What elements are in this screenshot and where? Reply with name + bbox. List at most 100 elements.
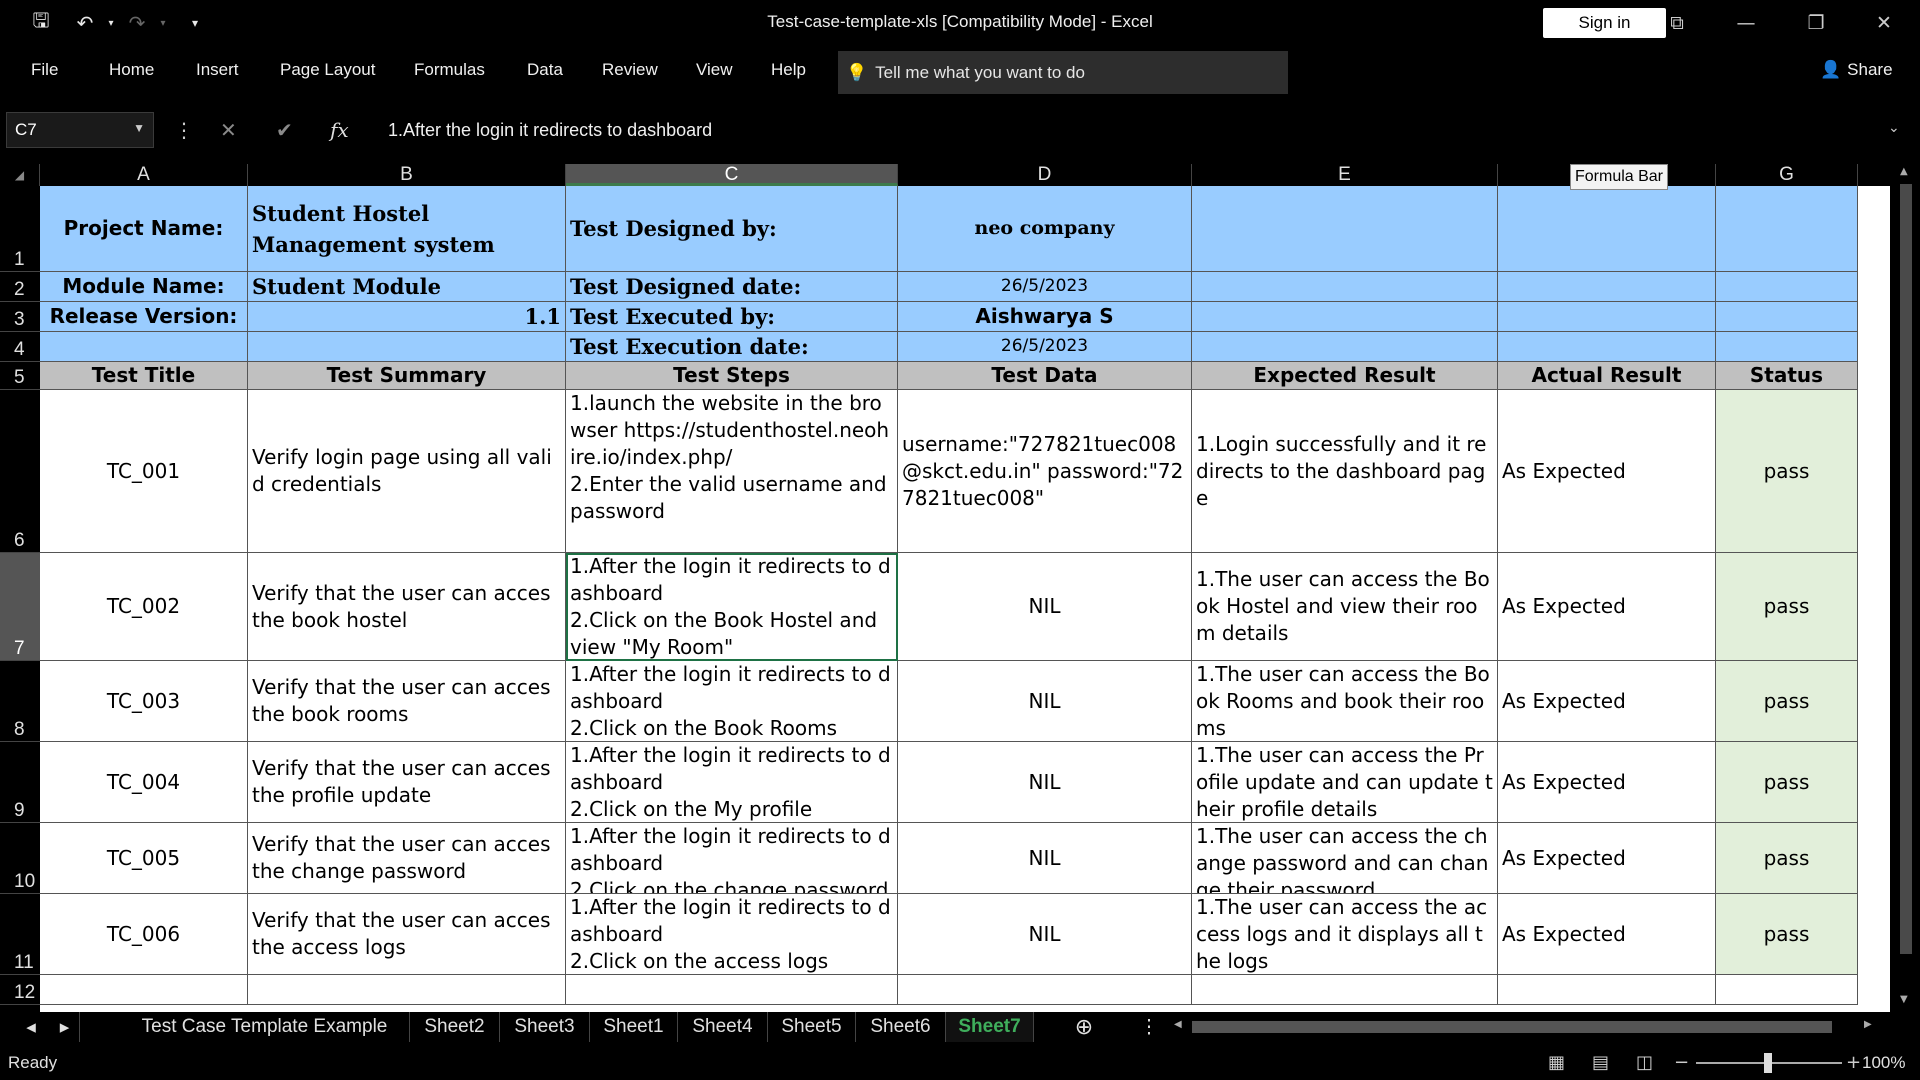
ribbon-display-options-icon[interactable]: ⧉: [1657, 6, 1697, 40]
header-test-steps[interactable]: Test Steps: [566, 362, 898, 390]
cell-g1[interactable]: [1716, 186, 1858, 272]
horizontal-scroll-thumb[interactable]: [1192, 1021, 1832, 1033]
vertical-scrollbar[interactable]: ▲ ▼: [1892, 164, 1920, 1012]
row-header-11[interactable]: 11: [0, 894, 40, 975]
header-test-data[interactable]: Test Data: [898, 362, 1192, 390]
tc-002-title[interactable]: TC_002: [40, 553, 248, 661]
scroll-left-icon[interactable]: ◀: [1174, 1019, 1182, 1030]
column-header-b[interactable]: B: [248, 164, 566, 186]
tab-insert[interactable]: Insert: [196, 60, 239, 80]
tc-002-data[interactable]: NIL: [898, 553, 1192, 661]
row-header-12[interactable]: 12: [0, 975, 40, 1005]
cell-e12[interactable]: [1192, 975, 1498, 1005]
select-all-corner[interactable]: ◢: [0, 164, 40, 186]
tab-page-layout[interactable]: Page Layout: [280, 60, 375, 80]
tab-help[interactable]: Help: [771, 60, 806, 80]
add-sheet-icon[interactable]: ⊕: [1064, 1012, 1104, 1042]
confirm-entry-icon[interactable]: ✔: [276, 118, 293, 142]
cell-d12[interactable]: [898, 975, 1192, 1005]
row-header-6[interactable]: 6: [0, 390, 40, 553]
sign-in-button[interactable]: Sign in: [1543, 8, 1666, 38]
zoom-level[interactable]: 100%: [1862, 1053, 1905, 1073]
sheet-tab-sheet7[interactable]: Sheet7: [946, 1012, 1034, 1042]
tc-005-data[interactable]: NIL: [898, 823, 1192, 894]
horizontal-scrollbar[interactable]: ◀ ▶: [1170, 1016, 1880, 1038]
scroll-right-icon[interactable]: ▶: [1864, 1019, 1872, 1030]
header-test-title[interactable]: Test Title: [40, 362, 248, 390]
row-header-1[interactable]: 1: [0, 186, 40, 272]
tc-002-actual[interactable]: As Expected: [1498, 553, 1716, 661]
test-designed-by-label[interactable]: Test Designed by:: [566, 186, 898, 272]
header-actual-result[interactable]: Actual Result: [1498, 362, 1716, 390]
more-tabs-icon[interactable]: ⋮: [1134, 1012, 1164, 1042]
tc-001-expected[interactable]: 1.Login successfully and it redirects to…: [1192, 390, 1498, 553]
sheet-tab-sheet3[interactable]: Sheet3: [500, 1012, 590, 1042]
tc-006-actual[interactable]: As Expected: [1498, 894, 1716, 975]
row-header-2[interactable]: 2: [0, 272, 40, 302]
tc-004-data[interactable]: NIL: [898, 742, 1192, 823]
column-header-g[interactable]: G: [1716, 164, 1858, 186]
tab-view[interactable]: View: [696, 60, 733, 80]
cancel-entry-icon[interactable]: ✕: [220, 118, 237, 142]
test-executed-by-value[interactable]: Aishwarya S: [898, 302, 1192, 332]
insert-function-icon[interactable]: fx: [330, 118, 349, 142]
row-header-4[interactable]: 4: [0, 332, 40, 362]
scroll-up-icon[interactable]: ▲: [1900, 166, 1908, 177]
zoom-slider-thumb[interactable]: [1764, 1053, 1772, 1073]
column-header-e[interactable]: E: [1192, 164, 1498, 186]
tc-003-status[interactable]: pass: [1716, 661, 1858, 742]
zoom-out-icon[interactable]: −: [1674, 1052, 1689, 1073]
tc-003-data[interactable]: NIL: [898, 661, 1192, 742]
tc-004-summary[interactable]: Verify that the user can acces the profi…: [248, 742, 566, 823]
tc-005-expected[interactable]: 1.The user can access the change passwor…: [1192, 823, 1498, 894]
tc-006-summary[interactable]: Verify that the user can acces the acces…: [248, 894, 566, 975]
tc-006-steps[interactable]: 1.After the login it redirects to dashbo…: [566, 894, 898, 975]
cell-g2[interactable]: [1716, 272, 1858, 302]
tc-004-actual[interactable]: As Expected: [1498, 742, 1716, 823]
cell-e1[interactable]: [1192, 186, 1498, 272]
cell-e2[interactable]: [1192, 272, 1498, 302]
cell-b4[interactable]: [248, 332, 566, 362]
tc-006-title[interactable]: TC_006: [40, 894, 248, 975]
cell-c12[interactable]: [566, 975, 898, 1005]
tc-003-title[interactable]: TC_003: [40, 661, 248, 742]
row-header-3[interactable]: 3: [0, 302, 40, 332]
formula-input[interactable]: 1.After the login it redirects to dashbo…: [374, 112, 1894, 148]
tc-004-title[interactable]: TC_004: [40, 742, 248, 823]
tc-001-actual[interactable]: As Expected: [1498, 390, 1716, 553]
tc-001-summary[interactable]: Verify login page using all valid creden…: [248, 390, 566, 553]
sheet-tab-sheet1[interactable]: Sheet1: [590, 1012, 678, 1042]
tc-003-summary[interactable]: Verify that the user can acces the book …: [248, 661, 566, 742]
tc-001-steps[interactable]: 1.launch the website in the browser http…: [566, 390, 898, 553]
tc-002-status[interactable]: pass: [1716, 553, 1858, 661]
restore-icon[interactable]: ❐: [1796, 6, 1836, 40]
close-icon[interactable]: ✕: [1864, 6, 1904, 40]
row-header-5[interactable]: 5: [0, 362, 40, 390]
tc-005-summary[interactable]: Verify that the user can acces the chang…: [248, 823, 566, 894]
project-name-label[interactable]: Project Name:: [40, 186, 248, 272]
column-header-d[interactable]: D: [898, 164, 1192, 186]
tc-003-steps[interactable]: 1.After the login it redirects to dashbo…: [566, 661, 898, 742]
cell-f4[interactable]: [1498, 332, 1716, 362]
cell-e4[interactable]: [1192, 332, 1498, 362]
share-button[interactable]: 👤 Share: [1820, 60, 1893, 80]
release-version-value[interactable]: 1.1: [248, 302, 566, 332]
cell-f3[interactable]: [1498, 302, 1716, 332]
tab-file[interactable]: File: [31, 60, 58, 80]
cell-f1[interactable]: [1498, 186, 1716, 272]
expand-formula-bar-icon[interactable]: ⌄: [1888, 120, 1900, 136]
cell-b12[interactable]: [248, 975, 566, 1005]
test-designed-date-label[interactable]: Test Designed date:: [566, 272, 898, 302]
tc-001-title[interactable]: TC_001: [40, 390, 248, 553]
cell-f2[interactable]: [1498, 272, 1716, 302]
test-executed-by-label[interactable]: Test Executed by:: [566, 302, 898, 332]
tab-review[interactable]: Review: [602, 60, 658, 80]
module-name-label[interactable]: Module Name:: [40, 272, 248, 302]
tc-005-steps[interactable]: 1.After the login it redirects to dashbo…: [566, 823, 898, 894]
sheet-tab-sheet6[interactable]: Sheet6: [856, 1012, 946, 1042]
tc-003-actual[interactable]: As Expected: [1498, 661, 1716, 742]
header-status[interactable]: Status: [1716, 362, 1858, 390]
tab-data[interactable]: Data: [527, 60, 563, 80]
normal-view-icon[interactable]: ▦: [1548, 1052, 1565, 1073]
cell-g3[interactable]: [1716, 302, 1858, 332]
